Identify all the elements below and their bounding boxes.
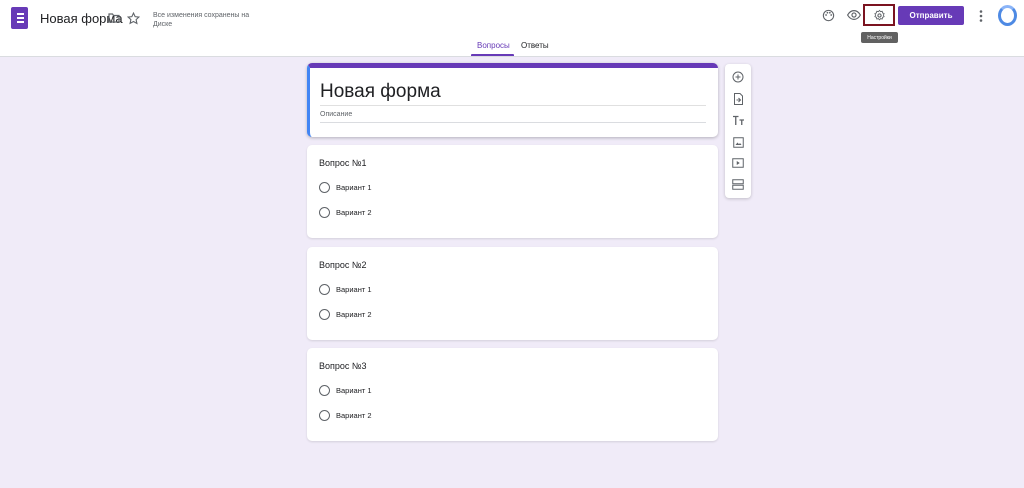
- save-status: Все изменения сохранены на Диске: [153, 12, 250, 28]
- question-card[interactable]: Вопрос №2 Вариант 1 Вариант 2: [307, 247, 718, 340]
- form-description-field[interactable]: Описание: [320, 111, 352, 118]
- option-row[interactable]: Вариант 2: [319, 207, 372, 218]
- add-question-icon[interactable]: [731, 70, 745, 84]
- top-bar: Новая форма Все изменения сохранены на Д…: [0, 0, 1024, 57]
- divider: [320, 105, 706, 106]
- option-row[interactable]: Вариант 1: [319, 182, 372, 193]
- radio-icon[interactable]: [319, 207, 330, 218]
- add-video-icon[interactable]: [731, 156, 745, 170]
- divider: [320, 122, 706, 123]
- option-label: Вариант 2: [336, 208, 372, 217]
- option-label: Вариант 2: [336, 310, 372, 319]
- active-tab-indicator: [471, 54, 514, 56]
- radio-icon[interactable]: [319, 385, 330, 396]
- radio-icon[interactable]: [319, 309, 330, 320]
- radio-icon[interactable]: [319, 284, 330, 295]
- option-row[interactable]: Вариант 1: [319, 284, 372, 295]
- question-card[interactable]: Вопрос №3 Вариант 1 Вариант 2: [307, 348, 718, 441]
- add-image-icon[interactable]: [731, 135, 745, 149]
- star-icon[interactable]: [126, 11, 140, 25]
- question-title[interactable]: Вопрос №1: [319, 158, 367, 168]
- forms-logo-icon[interactable]: [11, 7, 28, 29]
- option-label: Вариант 1: [336, 285, 372, 294]
- add-section-icon[interactable]: [731, 177, 745, 191]
- question-title[interactable]: Вопрос №3: [319, 361, 367, 371]
- tab-responses[interactable]: Ответы: [521, 41, 549, 50]
- send-button[interactable]: Отправить: [898, 6, 964, 25]
- import-questions-icon[interactable]: [731, 92, 745, 106]
- avatar[interactable]: [998, 5, 1017, 26]
- radio-icon[interactable]: [319, 410, 330, 421]
- more-vert-icon[interactable]: [976, 9, 986, 23]
- radio-icon[interactable]: [319, 182, 330, 193]
- form-title-card[interactable]: Новая форма Описание: [307, 63, 718, 137]
- form-title[interactable]: Новая форма: [320, 81, 441, 103]
- gear-icon[interactable]: [872, 8, 886, 22]
- option-row[interactable]: Вариант 2: [319, 309, 372, 320]
- side-toolbar: [725, 64, 751, 198]
- question-card[interactable]: Вопрос №1 Вариант 1 Вариант 2: [307, 145, 718, 238]
- question-title[interactable]: Вопрос №2: [319, 260, 367, 270]
- option-row[interactable]: Вариант 1: [319, 385, 372, 396]
- option-label: Вариант 1: [336, 183, 372, 192]
- tab-questions[interactable]: Вопросы: [477, 41, 510, 50]
- option-label: Вариант 1: [336, 386, 372, 395]
- eye-icon[interactable]: [846, 8, 862, 22]
- option-row[interactable]: Вариант 2: [319, 410, 372, 421]
- add-title-icon[interactable]: [731, 113, 745, 127]
- tab-bar: Вопросы Ответы: [0, 41, 1024, 57]
- option-label: Вариант 2: [336, 411, 372, 420]
- palette-icon[interactable]: [821, 8, 835, 22]
- folder-icon[interactable]: [108, 12, 120, 24]
